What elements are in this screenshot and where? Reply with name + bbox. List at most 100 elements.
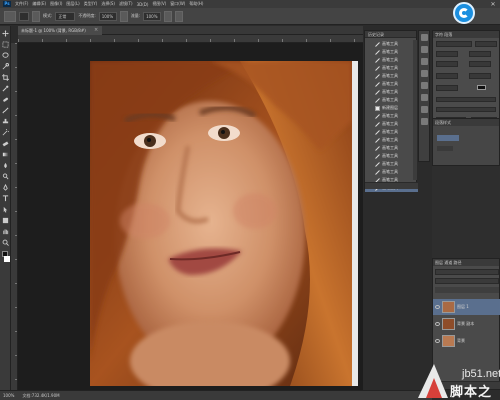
layer-row[interactable]: 背景 — [433, 333, 500, 349]
eraser-tool-icon[interactable] — [1, 139, 9, 147]
move-tool-icon[interactable] — [1, 29, 9, 37]
pen-tool-icon[interactable] — [1, 183, 9, 191]
history-item[interactable]: 画笔工具 — [365, 72, 418, 80]
font-style-select[interactable] — [475, 41, 497, 47]
history-item[interactable]: 画笔工具 — [365, 88, 418, 96]
character-panel-icon[interactable] — [420, 82, 428, 89]
properties-panel-icon[interactable] — [420, 118, 428, 125]
window-close-icon[interactable]: ✕ — [488, 1, 498, 8]
hand-tool-icon[interactable] — [1, 227, 9, 235]
history-item[interactable]: 画笔工具 — [365, 136, 418, 144]
opentype-buttons[interactable] — [436, 107, 496, 112]
history-item[interactable]: 画笔工具 — [365, 112, 418, 120]
tab-close-icon[interactable]: × — [94, 26, 98, 35]
menu-image[interactable]: 图像(I) — [50, 1, 62, 7]
eyedropper-tool-icon[interactable] — [1, 84, 9, 92]
history-item[interactable]: 新建图层 — [365, 104, 418, 112]
type-tool-icon[interactable] — [1, 194, 9, 202]
visibility-eye-icon[interactable] — [435, 339, 440, 343]
crop-tool-icon[interactable] — [1, 73, 9, 81]
brush-panel-icon[interactable] — [420, 58, 428, 65]
menu-select[interactable]: 选择(S) — [101, 1, 115, 7]
history-scrollbar[interactable] — [413, 40, 417, 180]
menu-layer[interactable]: 图层(L) — [66, 1, 79, 7]
history-item[interactable]: 画笔工具 — [365, 160, 418, 168]
history-item[interactable]: 画笔工具 — [365, 48, 418, 56]
document-tab[interactable]: 未标题-1 @ 100% (背景, RGB/8#) — [18, 26, 102, 35]
paragraph-panel-tabs[interactable]: 段落样式 — [433, 119, 499, 126]
marquee-tool-icon[interactable] — [1, 40, 9, 48]
menu-help[interactable]: 帮助(H) — [189, 1, 203, 7]
menu-file[interactable]: 文件(F) — [15, 1, 28, 7]
menu-type[interactable]: 类型(Y) — [84, 1, 98, 7]
visibility-eye-icon[interactable] — [435, 305, 440, 309]
clone-source-panel-icon[interactable] — [420, 70, 428, 77]
menu-window[interactable]: 窗口(W) — [170, 1, 185, 7]
mode-select[interactable]: 正常 — [55, 11, 76, 21]
tool-preset-picker[interactable] — [4, 10, 16, 22]
brush-size-picker[interactable] — [19, 11, 29, 21]
path-select-tool-icon[interactable] — [1, 205, 9, 213]
leading-field[interactable] — [469, 51, 491, 57]
blur-tool-icon[interactable] — [1, 161, 9, 169]
font-family-select[interactable] — [436, 41, 472, 47]
background-color-swatch[interactable] — [3, 256, 10, 262]
horizontal-ruler[interactable] — [18, 35, 363, 43]
menu-edit[interactable]: 编辑(E) — [32, 1, 46, 7]
history-item[interactable]: 画笔工具 — [365, 152, 418, 160]
character-panel-tabs[interactable]: 字符 段落 — [433, 31, 499, 38]
paragraph-style-item[interactable] — [437, 146, 453, 151]
history-item[interactable]: 画笔工具 — [365, 144, 418, 152]
airbrush-toggle[interactable] — [164, 10, 173, 22]
paragraph-panel-icon[interactable] — [420, 94, 428, 101]
font-size-field[interactable] — [436, 51, 458, 57]
pressure-size-toggle[interactable] — [175, 10, 184, 22]
paragraph-style-selected[interactable] — [437, 135, 459, 141]
history-item[interactable]: 画笔工具 — [365, 80, 418, 88]
healing-brush-tool-icon[interactable] — [1, 95, 9, 103]
dodge-tool-icon[interactable] — [1, 172, 9, 180]
vertical-ruler[interactable] — [11, 43, 18, 390]
layer-row[interactable]: 图层 1 — [433, 299, 500, 315]
layer-row[interactable]: 背景 副本 — [433, 316, 500, 332]
history-item[interactable]: 画笔工具 — [365, 96, 418, 104]
text-style-buttons[interactable] — [436, 97, 496, 102]
blend-mode-select[interactable] — [435, 278, 499, 284]
actions-panel-icon[interactable] — [420, 46, 428, 53]
menu-filter[interactable]: 滤镜(T) — [119, 1, 133, 7]
history-item[interactable]: 画笔工具 — [365, 56, 418, 64]
history-brush-tool-icon[interactable] — [1, 128, 9, 136]
layer-filter-select[interactable] — [435, 269, 499, 275]
brush-panel-toggle[interactable] — [32, 10, 40, 22]
canvas-area[interactable] — [18, 43, 363, 390]
clone-stamp-tool-icon[interactable] — [1, 117, 9, 125]
baseline-shift-field[interactable] — [436, 85, 458, 91]
pressure-opacity-toggle[interactable] — [119, 10, 128, 22]
history-panel-icon[interactable] — [420, 34, 428, 41]
vertical-scale-field[interactable] — [436, 73, 458, 79]
visibility-eye-icon[interactable] — [435, 322, 440, 326]
menu-3d[interactable]: 3D(D) — [137, 2, 149, 7]
flow-field[interactable]: 100% — [143, 11, 162, 21]
portrait-photo[interactable] — [90, 61, 352, 386]
text-color-swatch[interactable] — [477, 85, 486, 90]
shape-tool-icon[interactable] — [1, 216, 9, 224]
lasso-tool-icon[interactable] — [1, 51, 9, 59]
quick-select-tool-icon[interactable] — [1, 62, 9, 70]
history-item[interactable]: 画笔工具 — [365, 120, 418, 128]
layer-lock-row[interactable] — [435, 287, 499, 293]
zoom-tool-icon[interactable] — [1, 238, 9, 246]
zoom-level[interactable]: 100% — [3, 393, 14, 398]
info-panel-icon[interactable] — [420, 106, 428, 113]
history-item[interactable]: 画笔工具 — [365, 128, 418, 136]
kerning-field[interactable] — [436, 61, 458, 67]
menu-view[interactable]: 视图(V) — [152, 1, 166, 7]
horizontal-scale-field[interactable] — [469, 73, 491, 79]
layers-panel-tabs[interactable]: 图层 通道 路径 — [433, 259, 499, 266]
history-item[interactable]: 画笔工具 — [365, 168, 418, 176]
opacity-field[interactable]: 100% — [98, 11, 117, 21]
history-item[interactable]: 画笔工具 — [365, 40, 418, 48]
gradient-tool-icon[interactable] — [1, 150, 9, 158]
brush-tool-icon[interactable] — [1, 106, 9, 114]
history-item[interactable]: 画笔工具 — [365, 64, 418, 72]
